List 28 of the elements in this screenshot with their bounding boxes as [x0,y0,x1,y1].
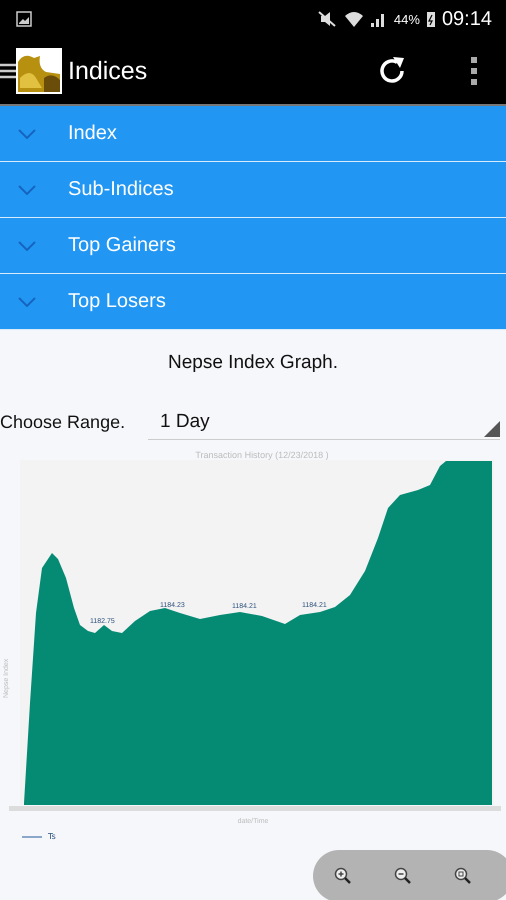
chevron-down-icon [18,128,36,138]
chevron-down-icon [18,184,36,194]
chart-title: Transaction History (12/23/2018 ) [195,450,329,460]
battery-percent: 44% [394,12,420,26]
legend-line-icon [22,836,42,838]
zoom-reset-icon[interactable] [454,867,472,885]
accordion-header[interactable]: Sub-Indices [0,162,506,218]
bull-logo-icon [16,48,62,94]
menu-icon[interactable] [0,61,16,81]
graph-heading: Nepse Index Graph. [166,352,340,374]
accordion-header[interactable]: Index [0,106,506,162]
more-options-icon[interactable] [470,56,478,86]
legend-label: Ts [48,832,56,841]
range-label: Choose Range. [0,412,126,432]
wifi-icon [344,10,364,28]
chevron-down-icon [18,240,36,250]
zoom-out-icon[interactable] [394,867,412,885]
accordion-header[interactable]: Top Losers [0,274,506,330]
mute-icon [316,10,338,28]
image-icon [16,11,32,27]
range-dropdown[interactable]: 1 Day [148,404,500,440]
zoom-in-icon[interactable] [334,867,352,885]
chevron-down-icon [18,296,36,306]
accordion-header[interactable]: Top Gainers [0,218,506,274]
screen-title: Indices [68,56,148,86]
clock: 09:14 [442,8,492,30]
battery-icon [426,10,436,28]
dropdown-corner-icon [484,421,500,437]
